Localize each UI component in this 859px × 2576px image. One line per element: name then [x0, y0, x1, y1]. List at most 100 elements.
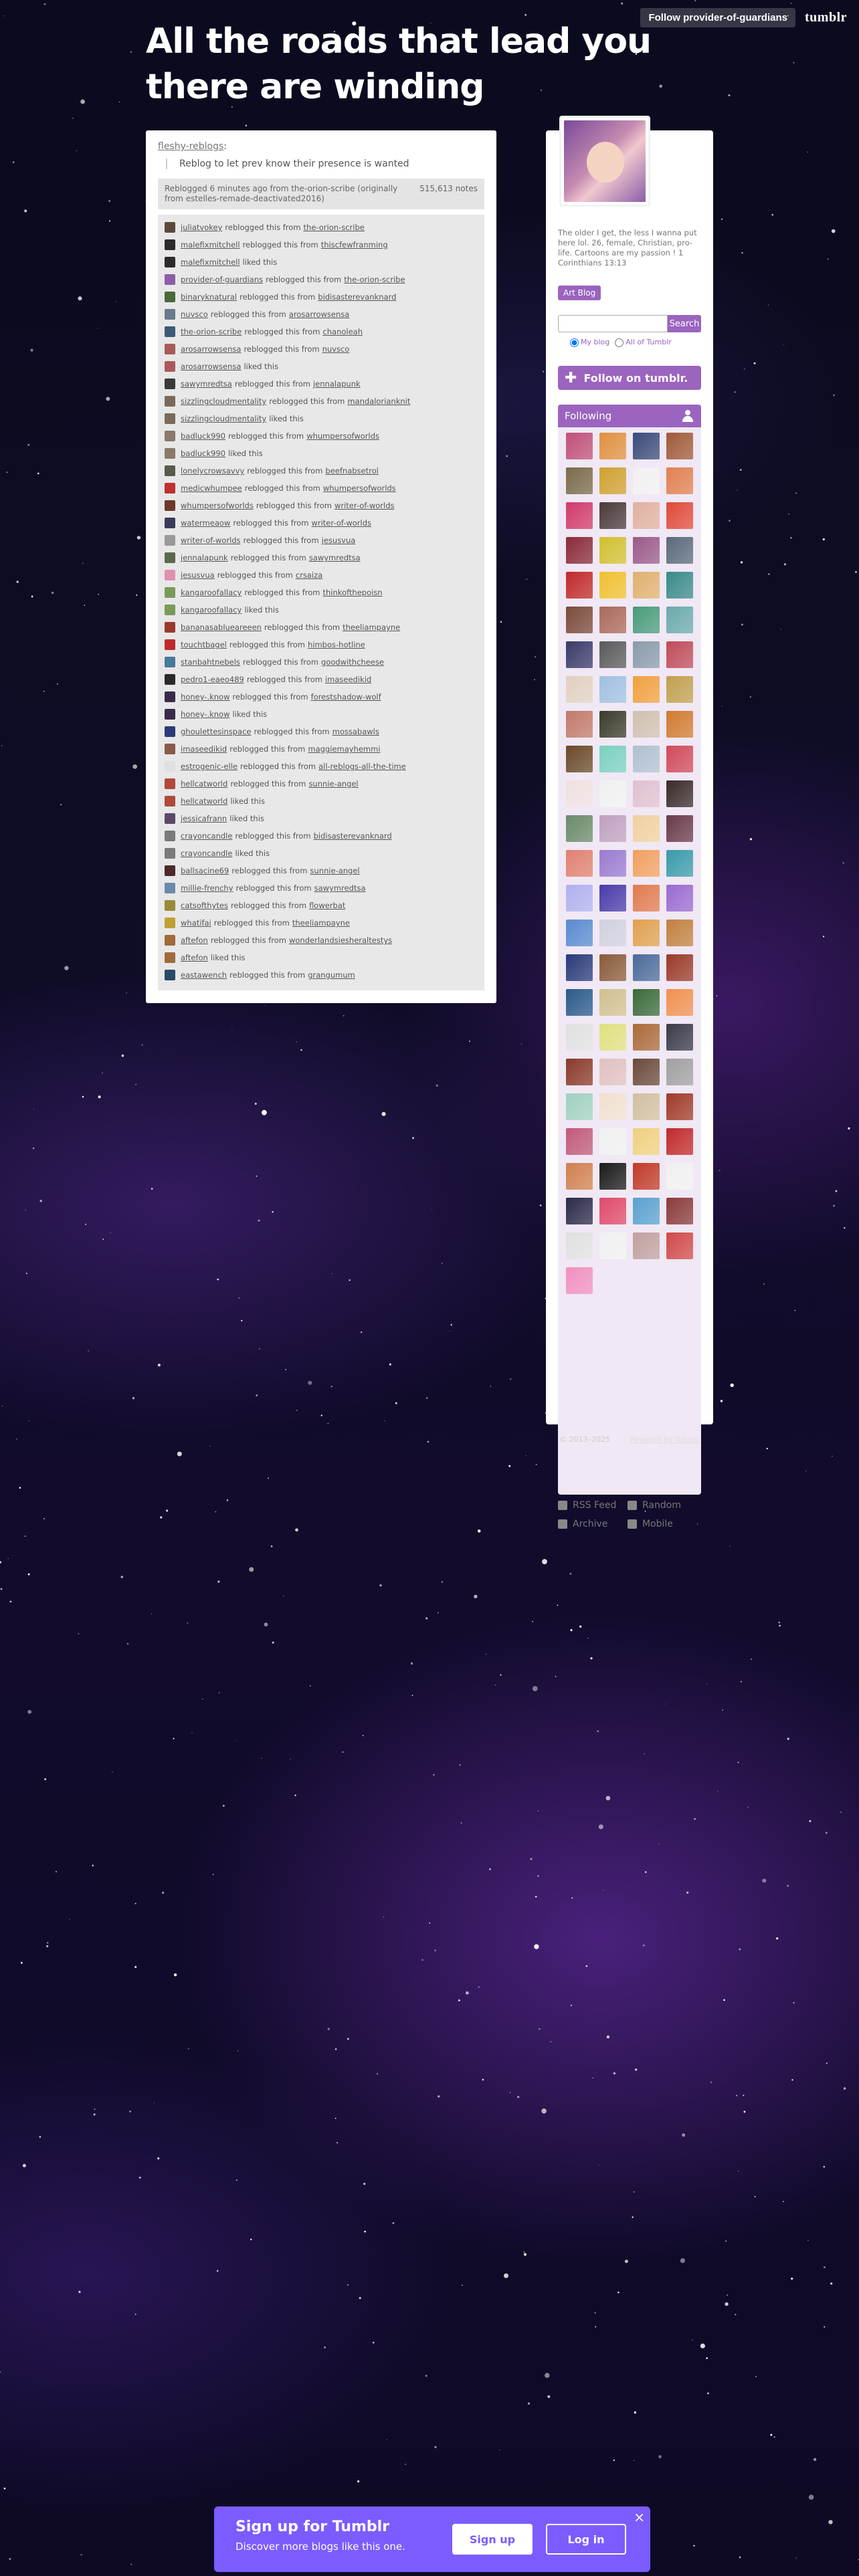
- following-avatar[interactable]: [566, 1163, 593, 1190]
- following-avatar[interactable]: [566, 780, 593, 807]
- note-user-link[interactable]: badluck990: [181, 449, 225, 458]
- note-avatar[interactable]: [165, 257, 175, 267]
- following-avatar[interactable]: [633, 1163, 660, 1190]
- note-source-link[interactable]: bidisasterevanknard: [314, 831, 392, 841]
- following-avatar[interactable]: [633, 920, 660, 946]
- sidebar-link-rss-feed[interactable]: RSS Feed: [558, 1500, 628, 1511]
- note-user-link[interactable]: bananasablueareeen: [181, 623, 262, 632]
- note-user-link[interactable]: malefixmitchell: [181, 240, 240, 249]
- search-button[interactable]: Search: [668, 315, 701, 332]
- following-avatar[interactable]: [666, 1163, 693, 1190]
- following-avatar[interactable]: [566, 920, 593, 946]
- note-avatar[interactable]: [165, 570, 175, 580]
- note-source-link[interactable]: writer-of-worlds: [335, 501, 395, 510]
- following-avatar[interactable]: [599, 780, 626, 807]
- following-avatar[interactable]: [633, 467, 660, 494]
- note-source-link[interactable]: whumpersofworlds: [323, 484, 396, 493]
- note-user-link[interactable]: arosarrowsensa: [181, 344, 241, 354]
- note-source-link[interactable]: theeliampayne: [292, 918, 350, 928]
- signup-button[interactable]: Sign up: [452, 2524, 533, 2555]
- note-user-link[interactable]: sizzlingcloudmentality: [181, 397, 266, 406]
- note-avatar[interactable]: [165, 726, 175, 737]
- note-source-link[interactable]: sawymredtsa: [309, 553, 361, 562]
- note-user-link[interactable]: touchtbagel: [181, 640, 227, 649]
- note-user-link[interactable]: writer-of-worlds: [181, 536, 241, 545]
- following-avatar[interactable]: [566, 607, 593, 633]
- following-avatar[interactable]: [633, 989, 660, 1016]
- tumblr-logo[interactable]: tumblr: [805, 10, 847, 25]
- note-user-link[interactable]: honey-.know: [181, 710, 230, 719]
- following-avatar[interactable]: [633, 433, 660, 459]
- scope-all-tumblr[interactable]: All of Tumblr: [615, 338, 672, 347]
- note-source-link[interactable]: goodwithcheese: [321, 657, 384, 667]
- note-user-link[interactable]: jessicafrann: [181, 814, 227, 823]
- following-avatar[interactable]: [666, 1093, 693, 1120]
- note-user-link[interactable]: watermeaow: [181, 518, 230, 528]
- following-avatar[interactable]: [666, 641, 693, 668]
- following-avatar[interactable]: [666, 676, 693, 703]
- following-avatar[interactable]: [666, 989, 693, 1016]
- note-user-link[interactable]: whatifai: [181, 918, 211, 928]
- note-avatar[interactable]: [165, 918, 175, 928]
- note-source-link[interactable]: jennalapunk: [313, 379, 361, 389]
- note-avatar[interactable]: [165, 674, 175, 685]
- following-avatar[interactable]: [666, 572, 693, 599]
- following-avatar[interactable]: [666, 502, 693, 529]
- note-source-link[interactable]: wonderlandsiesheraltestys: [289, 936, 392, 945]
- note-user-link[interactable]: nuvsco: [181, 310, 208, 319]
- following-avatar[interactable]: [566, 1024, 593, 1051]
- following-avatar[interactable]: [566, 1128, 593, 1155]
- note-avatar[interactable]: [165, 605, 175, 615]
- sidebar-link-mobile[interactable]: Mobile: [628, 1519, 697, 1529]
- note-source-link[interactable]: sunnie-angel: [308, 779, 358, 788]
- following-avatar[interactable]: [599, 607, 626, 633]
- following-avatar[interactable]: [666, 1024, 693, 1051]
- note-avatar[interactable]: [165, 657, 175, 667]
- following-avatar[interactable]: [566, 746, 593, 772]
- note-user-link[interactable]: crayoncandle: [181, 849, 232, 858]
- note-user-link[interactable]: medicwhumpee: [181, 484, 242, 493]
- following-avatar[interactable]: [566, 815, 593, 842]
- note-avatar[interactable]: [165, 518, 175, 528]
- note-avatar[interactable]: [165, 709, 175, 720]
- following-avatar[interactable]: [566, 537, 593, 564]
- following-avatar[interactable]: [599, 920, 626, 946]
- note-avatar[interactable]: [165, 848, 175, 859]
- note-source-link[interactable]: theeliampayne: [343, 623, 400, 632]
- note-avatar[interactable]: [165, 622, 175, 633]
- note-avatar[interactable]: [165, 379, 175, 389]
- following-avatar[interactable]: [599, 1128, 626, 1155]
- note-avatar[interactable]: [165, 396, 175, 407]
- art-blog-tag-button[interactable]: Art Blog: [558, 286, 601, 300]
- following-avatar[interactable]: [566, 433, 593, 459]
- following-avatar[interactable]: [666, 711, 693, 738]
- following-avatar[interactable]: [633, 711, 660, 738]
- note-user-link[interactable]: kangaroofallacy: [181, 605, 242, 615]
- following-avatar[interactable]: [666, 433, 693, 459]
- note-avatar[interactable]: [165, 691, 175, 702]
- following-avatar[interactable]: [666, 1198, 693, 1224]
- note-avatar[interactable]: [165, 483, 175, 494]
- following-avatar[interactable]: [599, 989, 626, 1016]
- following-avatar[interactable]: [566, 467, 593, 494]
- following-avatar[interactable]: [599, 815, 626, 842]
- notes-count[interactable]: 515,613 notes: [419, 184, 478, 204]
- note-avatar[interactable]: [165, 465, 175, 476]
- note-source-link[interactable]: mossabawls: [332, 727, 379, 736]
- following-avatar[interactable]: [666, 815, 693, 842]
- scope-my-blog-radio[interactable]: [570, 338, 579, 347]
- note-user-link[interactable]: eastawench: [181, 970, 227, 980]
- note-avatar[interactable]: [165, 326, 175, 337]
- following-avatar[interactable]: [666, 1128, 693, 1155]
- note-source-link[interactable]: grangumum: [308, 970, 355, 980]
- following-avatar[interactable]: [599, 1024, 626, 1051]
- following-avatar[interactable]: [633, 1059, 660, 1085]
- note-avatar[interactable]: [165, 639, 175, 650]
- following-avatar[interactable]: [599, 676, 626, 703]
- following-avatar[interactable]: [633, 1093, 660, 1120]
- note-user-link[interactable]: provider-of-guardians: [181, 275, 263, 284]
- note-user-link[interactable]: crayoncandle: [181, 831, 232, 841]
- follow-on-tumblr-button[interactable]: ✚ Follow on tumblr.: [558, 366, 701, 390]
- note-avatar[interactable]: [165, 778, 175, 789]
- note-source-link[interactable]: himbos-hotline: [308, 640, 365, 649]
